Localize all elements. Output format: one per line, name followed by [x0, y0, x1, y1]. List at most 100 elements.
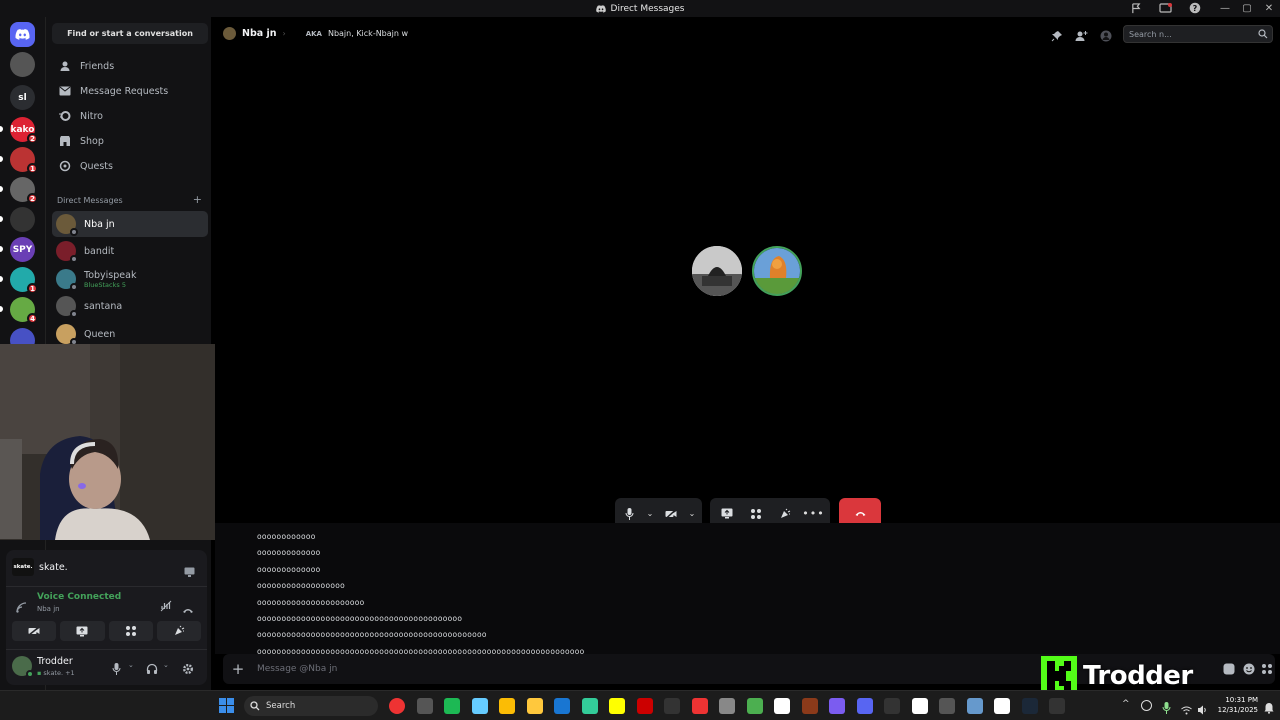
taskbar-app-icon[interactable]	[664, 698, 680, 714]
user-avatar[interactable]	[12, 656, 34, 678]
voice-connected-status[interactable]: Voice Connected	[37, 592, 121, 602]
pin-icon[interactable]	[1051, 27, 1063, 46]
share-screen-button[interactable]	[60, 621, 105, 641]
message-line[interactable]: oooooooooooooooooo	[257, 578, 1280, 594]
volume-icon[interactable]	[1197, 700, 1208, 719]
emoji-icon[interactable]	[1243, 663, 1255, 678]
discord-home-button[interactable]	[10, 22, 35, 47]
server-icon[interactable]: 1	[10, 147, 38, 174]
nav-friends[interactable]: Friends	[52, 55, 208, 77]
call-participant-nba-jn[interactable]	[692, 246, 742, 296]
activity-screen-icon[interactable]	[184, 562, 195, 581]
tray-overflow-chevron-icon[interactable]: ^	[1122, 699, 1130, 709]
nav-message-requests[interactable]: Message Requests	[52, 80, 208, 102]
server-icon[interactable]: sl	[10, 85, 35, 110]
taskbar-app-icon[interactable]	[581, 698, 598, 714]
mic-icon[interactable]	[112, 660, 121, 679]
message-line[interactable]: ooooooooooooo	[257, 562, 1280, 578]
message-line[interactable]: ooooooooooooo	[257, 545, 1280, 561]
apps-icon[interactable]	[1261, 663, 1273, 678]
message-line[interactable]: oooooooooooooooooooooooooooooooooooooooo…	[257, 611, 1280, 627]
search-input[interactable]: Search n...	[1129, 30, 1172, 39]
dm-item[interactable]: santana	[52, 293, 208, 319]
taskbar-app-icon[interactable]	[499, 698, 515, 714]
find-conversation-button[interactable]: Find or start a conversation	[52, 23, 208, 44]
message-line[interactable]: oooooooooooo	[257, 529, 1280, 545]
taskbar-app-icon[interactable]	[471, 698, 488, 714]
headphones-icon[interactable]	[146, 660, 158, 679]
recipient-name[interactable]: Nba jn	[242, 28, 277, 39]
inbox-icon[interactable]	[1129, 1, 1144, 15]
taskbar-search[interactable]: Search	[244, 696, 378, 716]
user-profile-icon[interactable]	[1100, 27, 1112, 46]
maximize-button[interactable]: ▢	[1236, 0, 1258, 17]
dm-item[interactable]: bandit	[52, 238, 208, 264]
taskbar-app-icon[interactable]	[1049, 698, 1065, 714]
close-button[interactable]: ✕	[1258, 0, 1280, 17]
taskbar-app-icon[interactable]	[554, 698, 570, 714]
user-name[interactable]: Trodder	[37, 656, 73, 667]
taskbar-app-icon[interactable]	[966, 698, 983, 714]
mic-options-chevron-icon[interactable]: ⌄	[128, 661, 134, 669]
taskbar-app-icon[interactable]	[829, 698, 845, 714]
recipient-avatar[interactable]	[223, 27, 236, 40]
dm-item[interactable]: Nba jn	[52, 211, 208, 237]
activities-button[interactable]	[108, 621, 153, 641]
nav-nitro[interactable]: Nitro	[52, 105, 208, 127]
help-icon[interactable]: ?	[1187, 1, 1202, 15]
server-icon[interactable]: SPY	[10, 237, 35, 262]
taskbar-app-icon[interactable]	[994, 698, 1010, 714]
noise-suppression-icon[interactable]	[160, 597, 172, 616]
add-friends-to-dm-icon[interactable]	[1075, 27, 1088, 46]
notification-bell-icon[interactable]	[1264, 699, 1274, 718]
call-participant-trodder[interactable]	[752, 246, 802, 296]
taskbar-app-icon[interactable]	[939, 698, 955, 714]
taskbar-app-icon[interactable]	[746, 698, 763, 714]
nav-shop[interactable]: Shop	[52, 130, 208, 152]
aka-names[interactable]: Nbajn, Kick-Nbajn w	[328, 29, 408, 38]
minimize-button[interactable]: —	[1214, 0, 1236, 17]
message-line[interactable]: oooooooooooooooooooooo	[257, 595, 1280, 611]
windows-start-icon[interactable]	[219, 698, 234, 717]
taskbar-app-icon[interactable]	[911, 698, 928, 714]
taskbar-app-icon[interactable]	[636, 698, 653, 714]
taskbar-app-icon[interactable]	[856, 698, 873, 714]
server-icon[interactable]: 1	[10, 267, 38, 294]
message-line[interactable]: oooooooooooooooooooooooooooooooooooooooo…	[257, 627, 1280, 643]
server-icon[interactable]	[10, 52, 35, 77]
server-icon[interactable]: kako 2	[10, 117, 38, 144]
nav-quests[interactable]: Quests	[52, 155, 208, 177]
taskbar-app-icon[interactable]	[526, 698, 543, 714]
server-icon[interactable]: 4	[10, 297, 38, 324]
tray-app-icon[interactable]	[1141, 700, 1152, 711]
taskbar-app-icon[interactable]	[444, 698, 460, 714]
taskbar-app-icon[interactable]	[801, 698, 818, 714]
connection-signal-icon[interactable]	[16, 598, 27, 617]
taskbar-clock[interactable]: 10:31 PM 12/31/2025	[1218, 695, 1258, 715]
create-dm-button[interactable]: +	[193, 194, 202, 205]
camera-toggle-button[interactable]	[12, 621, 57, 641]
server-icon[interactable]	[10, 207, 35, 232]
taskbar-app-icon[interactable]	[774, 698, 790, 714]
screen-icon[interactable]	[1158, 1, 1173, 15]
disconnect-icon[interactable]	[182, 599, 194, 618]
soundboard-button[interactable]	[156, 621, 201, 641]
tray-mic-icon[interactable]	[1162, 699, 1171, 718]
server-icon[interactable]: 2	[10, 177, 38, 204]
sticker-icon[interactable]	[1223, 663, 1235, 678]
taskbar-app-icon[interactable]	[609, 698, 625, 714]
taskbar-app-icon[interactable]	[1021, 698, 1038, 714]
taskbar-app-icon[interactable]	[389, 698, 405, 714]
settings-gear-icon[interactable]	[182, 660, 194, 679]
voice-channel-name[interactable]: Nba jn	[37, 605, 60, 613]
wifi-icon[interactable]	[1181, 700, 1192, 719]
headphones-options-chevron-icon[interactable]: ⌄	[163, 661, 169, 669]
message-input[interactable]: Message @Nba jn	[257, 664, 337, 674]
add-attachment-plus-icon[interactable]: +	[223, 660, 253, 678]
taskbar-app-icon[interactable]	[884, 698, 900, 714]
taskbar-app-icon[interactable]	[416, 698, 433, 714]
taskbar-app-icon[interactable]	[691, 698, 708, 714]
search-box[interactable]: Search n...	[1123, 25, 1273, 43]
dm-item[interactable]: Tobyispeak BlueStacks 5	[52, 266, 208, 292]
taskbar-app-icon[interactable]	[719, 698, 735, 714]
